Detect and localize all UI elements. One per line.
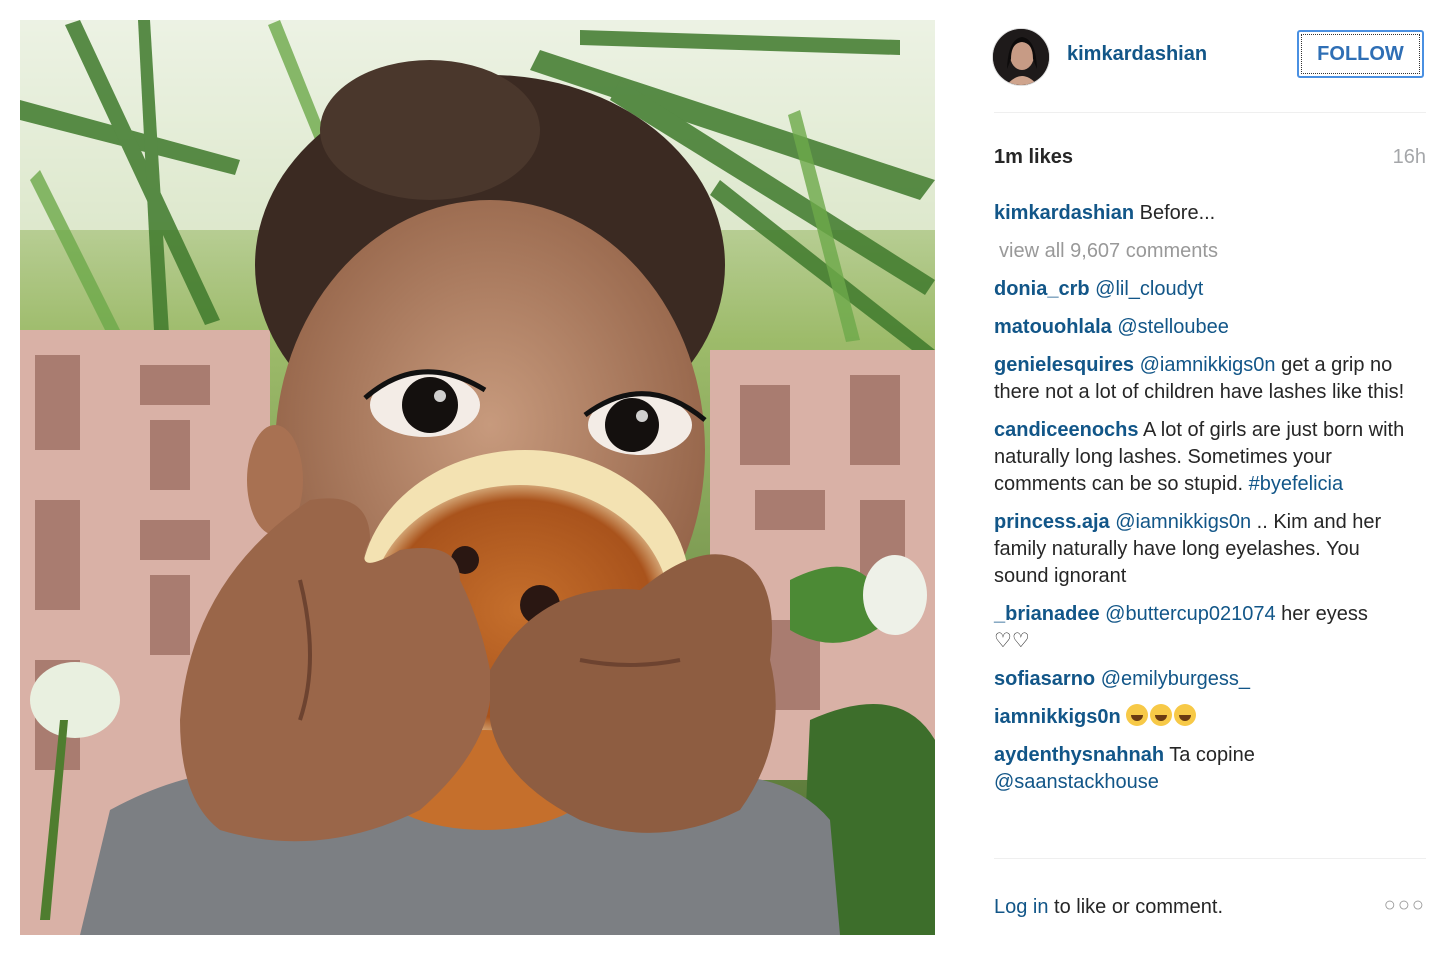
- comment-username[interactable]: donia_crb: [994, 278, 1090, 300]
- comment: _brianadee @buttercup021074 her eyess ♡♡: [994, 601, 1414, 655]
- caption-username[interactable]: kimkardashian: [994, 202, 1134, 224]
- login-prompt-text: to like or comment.: [1048, 896, 1224, 918]
- comment-mention[interactable]: @buttercup021074: [1105, 603, 1275, 625]
- login-prompt: Log in to like or comment.: [994, 896, 1223, 919]
- login-link[interactable]: Log in: [994, 896, 1049, 918]
- comment: sofiasarno @emilyburgess_: [994, 666, 1414, 693]
- caption-text: Before...: [1139, 202, 1216, 224]
- comment-username[interactable]: candiceenochs: [994, 419, 1139, 441]
- post-time[interactable]: 16h: [1393, 146, 1426, 169]
- joy-emoji-icon: [1174, 704, 1197, 726]
- comment: genielesquires @iamnikkigs0n get a grip …: [994, 352, 1414, 406]
- comment-mention[interactable]: @iamnikkigs0n: [1140, 354, 1276, 376]
- comment-mention[interactable]: @iamnikkigs0n: [1115, 511, 1251, 533]
- caption: kimkardashian Before...: [994, 200, 1414, 227]
- divider: [994, 858, 1426, 859]
- comment-username[interactable]: genielesquires: [994, 354, 1134, 376]
- comment: candiceenochs A lot of girls are just bo…: [994, 417, 1414, 498]
- comment-mention[interactable]: @emilyburgess_: [1101, 668, 1250, 690]
- post-photo[interactable]: [20, 20, 935, 935]
- post-username[interactable]: kimkardashian: [1067, 43, 1207, 66]
- comment-username[interactable]: _brianadee: [994, 603, 1100, 625]
- divider: [994, 112, 1426, 113]
- post-details: kimkardashian FOLLOW 1m likes 16h kimkar…: [992, 20, 1426, 935]
- post-header: kimkardashian FOLLOW: [992, 24, 1426, 90]
- comment: iamnikkigs0n: [994, 704, 1414, 731]
- comment: princess.aja @iamnikkigs0n .. Kim and he…: [994, 509, 1414, 590]
- avatar[interactable]: [992, 28, 1050, 86]
- joy-emoji-icon: [1126, 704, 1149, 726]
- comment-username[interactable]: matouohlala: [994, 316, 1112, 338]
- comment-username[interactable]: sofiasarno: [994, 668, 1095, 690]
- comment-text: Ta copine: [1169, 744, 1255, 766]
- comment-mention[interactable]: @lil_cloudyt: [1095, 278, 1203, 300]
- view-all-comments-link[interactable]: view all 9,607 comments: [999, 238, 1414, 265]
- hearts-icon: ♡♡: [994, 630, 1030, 652]
- comment-username[interactable]: iamnikkigs0n: [994, 706, 1121, 728]
- joy-emoji-icon: [1150, 704, 1173, 726]
- comment-username[interactable]: princess.aja: [994, 511, 1110, 533]
- comment-hashtag[interactable]: #byefelicia: [1249, 473, 1344, 495]
- comment-mention[interactable]: @saanstackhouse: [994, 771, 1159, 793]
- comment-text: her eyess: [1281, 603, 1368, 625]
- comment-mention[interactable]: @stelloubee: [1117, 316, 1228, 338]
- follow-button[interactable]: FOLLOW: [1297, 30, 1424, 78]
- comment: matouohlala @stelloubee: [994, 314, 1414, 341]
- comment-username[interactable]: aydenthysnahnah: [994, 744, 1164, 766]
- comment: donia_crb @lil_cloudyt: [994, 276, 1414, 303]
- comments-list: kimkardashian Before... view all 9,607 c…: [994, 200, 1414, 807]
- more-options-icon[interactable]: ○○○: [1384, 894, 1426, 917]
- comment: aydenthysnahnah Ta copine @saanstackhous…: [994, 742, 1414, 796]
- likes-count[interactable]: 1m likes: [994, 146, 1073, 169]
